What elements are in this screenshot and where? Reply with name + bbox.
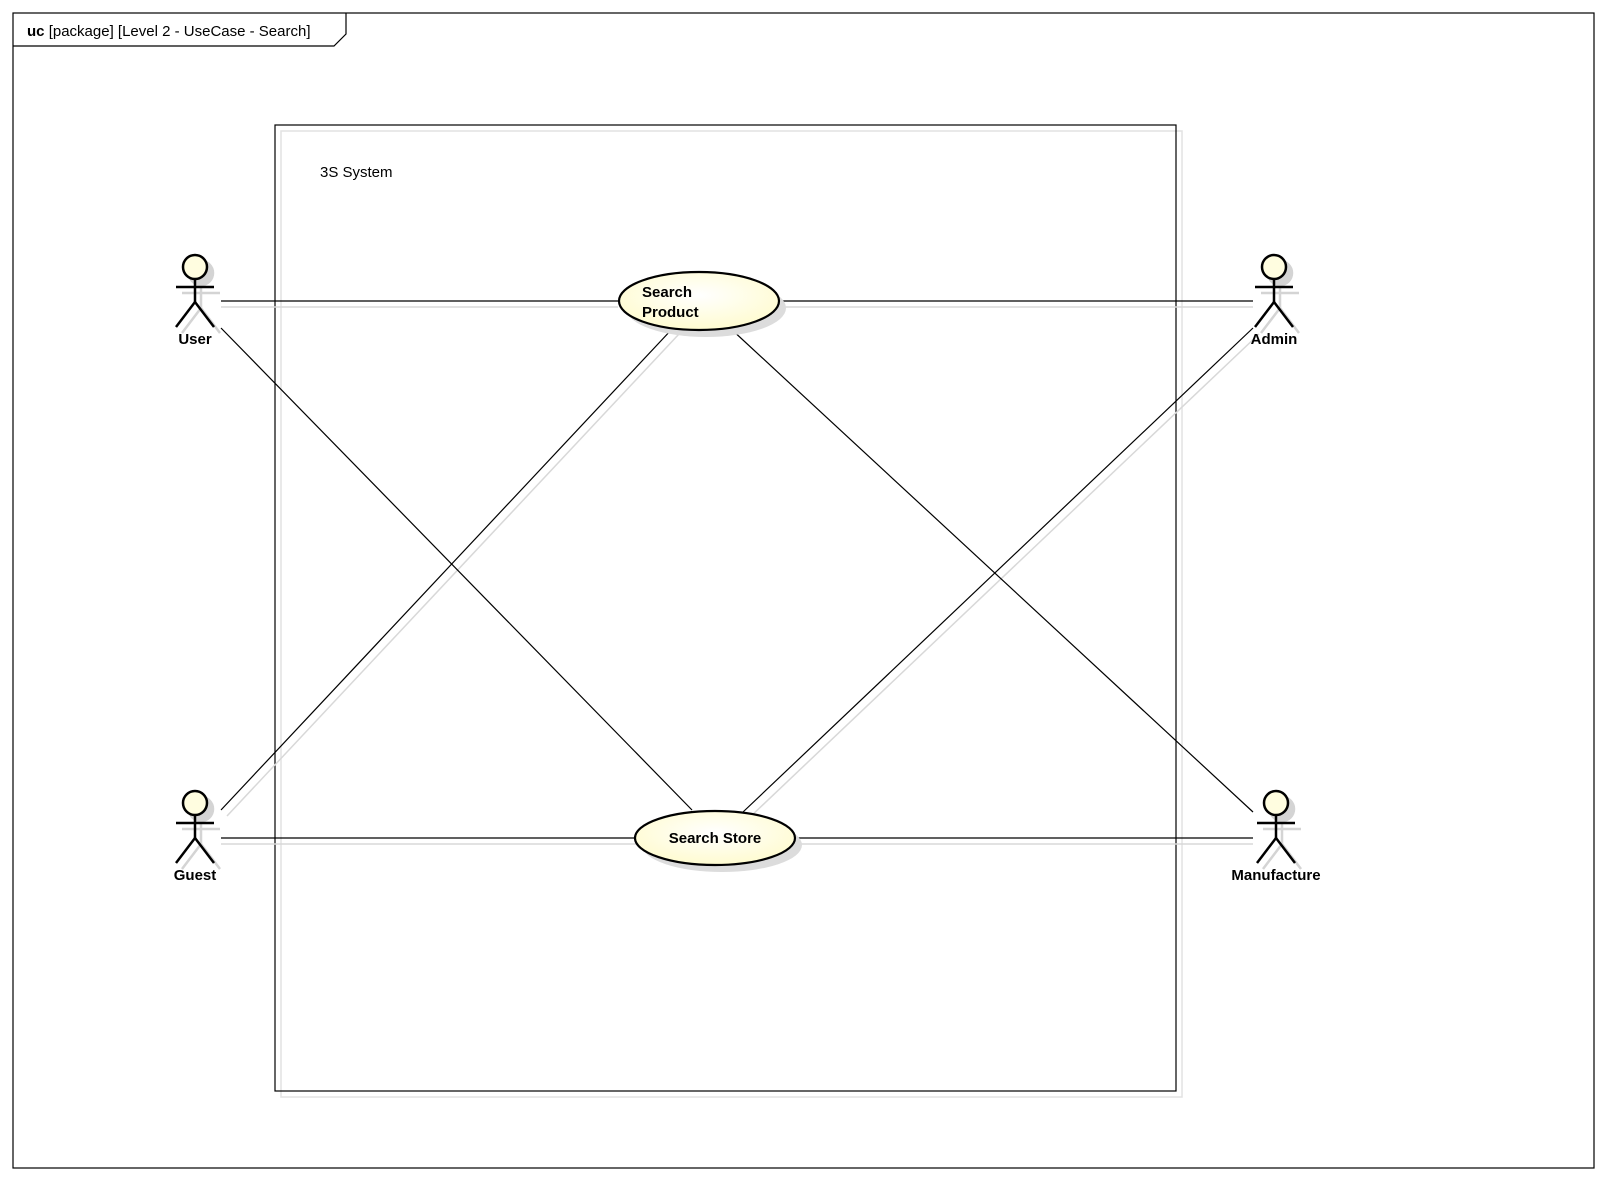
- diagram-frame: [12, 12, 1595, 1169]
- use-case-label-line: Product: [642, 304, 699, 321]
- frame-title: [package] [Level 2 - UseCase - Search]: [49, 23, 311, 40]
- frame-keyword: uc: [27, 23, 45, 40]
- frame-heading: uc [package] [Level 2 - UseCase - Search…: [27, 23, 310, 40]
- actor-guest[interactable]: Guest: [174, 789, 221, 884]
- use-case-search-store[interactable]: Search Store: [633, 809, 802, 872]
- system-name: 3S System: [320, 164, 393, 181]
- actor-admin[interactable]: Admin: [1251, 253, 1300, 348]
- association-shadows: [221, 306, 1260, 845]
- association-guest-search-product[interactable]: [220, 327, 674, 811]
- actor-name: Guest: [174, 867, 217, 884]
- actor-user[interactable]: User: [175, 253, 221, 348]
- association-user-search-store[interactable]: [220, 327, 693, 811]
- actor-name: Manufacture: [1231, 867, 1320, 884]
- use-case-search-product[interactable]: Search Product: [617, 270, 786, 337]
- use-case-diagram: uc [package] [Level 2 - UseCase - Search…: [12, 12, 1595, 1169]
- use-case-label: Search Store: [669, 830, 762, 847]
- actor-name: User: [178, 331, 212, 348]
- use-case-label-line: Search: [642, 284, 692, 301]
- actor-name: Admin: [1251, 331, 1298, 348]
- association-manufacture-search-product[interactable]: [729, 327, 1254, 813]
